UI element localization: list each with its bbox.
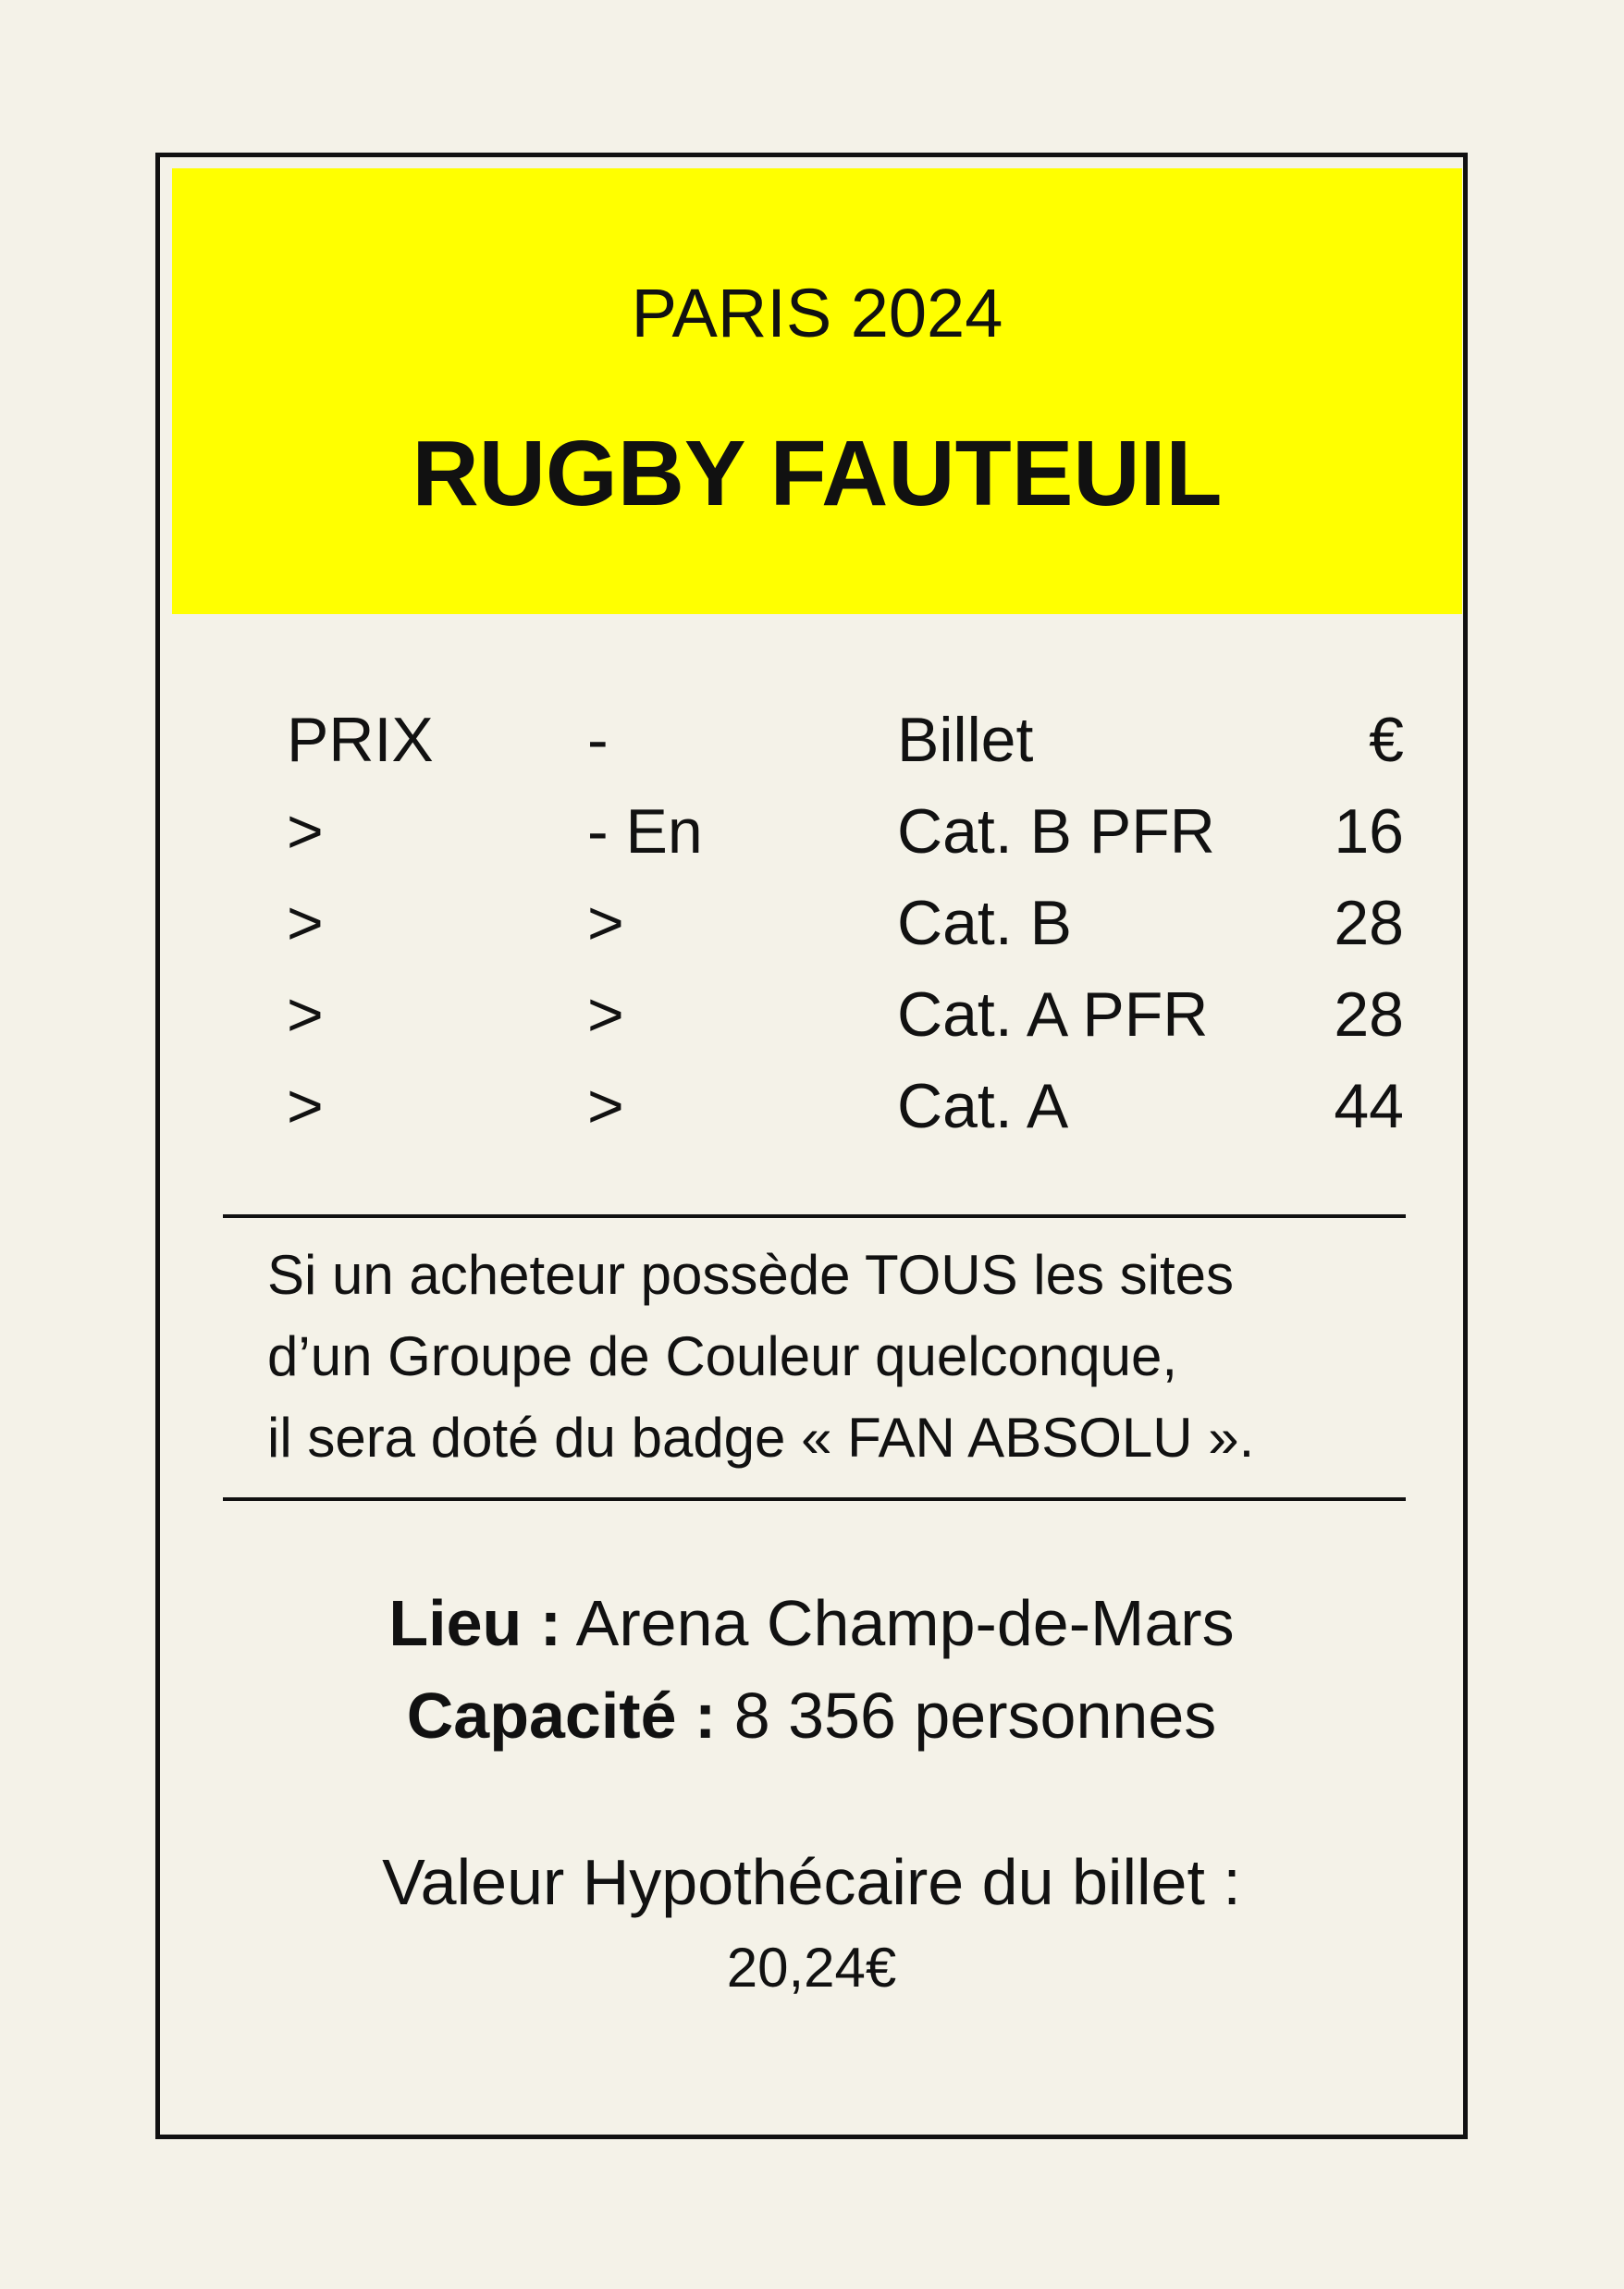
price-table-row: > > Cat. A PFR 28 [160, 978, 1463, 1069]
bonus-line: d’un Groupe de Couleur quelconque, [267, 1325, 1178, 1387]
price-table: PRIX - Billet € > - En Cat. B PFR 16 > >… [160, 703, 1463, 1161]
price-table-header-row: PRIX - Billet € [160, 703, 1463, 794]
capacity-value: 8 356 personnes [733, 1680, 1217, 1752]
price-cell: Cat. A PFR [897, 979, 1209, 1050]
price-cell: - [587, 705, 609, 775]
mortgage-info: Valeur Hypothécaire du billet : 20,24€ [160, 1840, 1463, 2005]
price-cell: > [287, 1071, 324, 1141]
venue-label: Lieu : [388, 1587, 562, 1659]
price-cell: 44 [1334, 1071, 1404, 1141]
price-cell: Cat. B PFR [897, 796, 1215, 867]
price-cell: 16 [1334, 796, 1404, 867]
mortgage-label: Valeur Hypothécaire du billet : [382, 1846, 1241, 1918]
capacity-line: Capacité : 8 356 personnes [160, 1669, 1463, 1762]
price-cell: > [587, 888, 624, 958]
venue-value: Arena Champ-de-Mars [575, 1587, 1235, 1659]
price-cell: Cat. A [897, 1071, 1069, 1141]
price-cell: > [287, 888, 324, 958]
price-table-row: > > Cat. B 28 [160, 886, 1463, 978]
price-cell: Billet [897, 705, 1034, 775]
price-cell: > [587, 1071, 624, 1141]
bonus-rule-text: Si un acheteur possède TOUS les sites d’… [267, 1235, 1377, 1479]
bonus-line: il sera doté du badge « FAN ABSOLU ». [267, 1407, 1255, 1469]
event-year: PARIS 2024 [631, 275, 1003, 351]
capacity-label: Capacité : [406, 1680, 717, 1752]
price-cell: € [1369, 705, 1404, 775]
price-table-row: > - En Cat. B PFR 16 [160, 794, 1463, 886]
event-name: RUGBY FAUTEUIL [412, 422, 1223, 525]
venue-info: Lieu : Arena Champ-de-Mars Capacité : 8 … [160, 1577, 1463, 1762]
price-cell: > [587, 979, 624, 1050]
bonus-line: Si un acheteur possède TOUS les sites [267, 1244, 1235, 1306]
card-header: PARIS 2024 RUGBY FAUTEUIL [172, 168, 1462, 614]
price-cell: > [287, 979, 324, 1050]
divider-bottom [223, 1497, 1406, 1501]
mortgage-value: 20,24€ [726, 1937, 897, 1999]
price-cell: Cat. B [897, 888, 1072, 958]
price-cell: 28 [1334, 888, 1404, 958]
property-card: PARIS 2024 RUGBY FAUTEUIL PRIX - Billet … [155, 153, 1468, 2139]
divider-top [223, 1214, 1406, 1218]
price-table-row: > > Cat. A 44 [160, 1069, 1463, 1161]
price-cell: - En [587, 796, 703, 867]
price-cell: 28 [1334, 979, 1404, 1050]
price-cell: > [287, 796, 324, 867]
price-cell: PRIX [287, 705, 434, 775]
venue-line: Lieu : Arena Champ-de-Mars [160, 1577, 1463, 1669]
